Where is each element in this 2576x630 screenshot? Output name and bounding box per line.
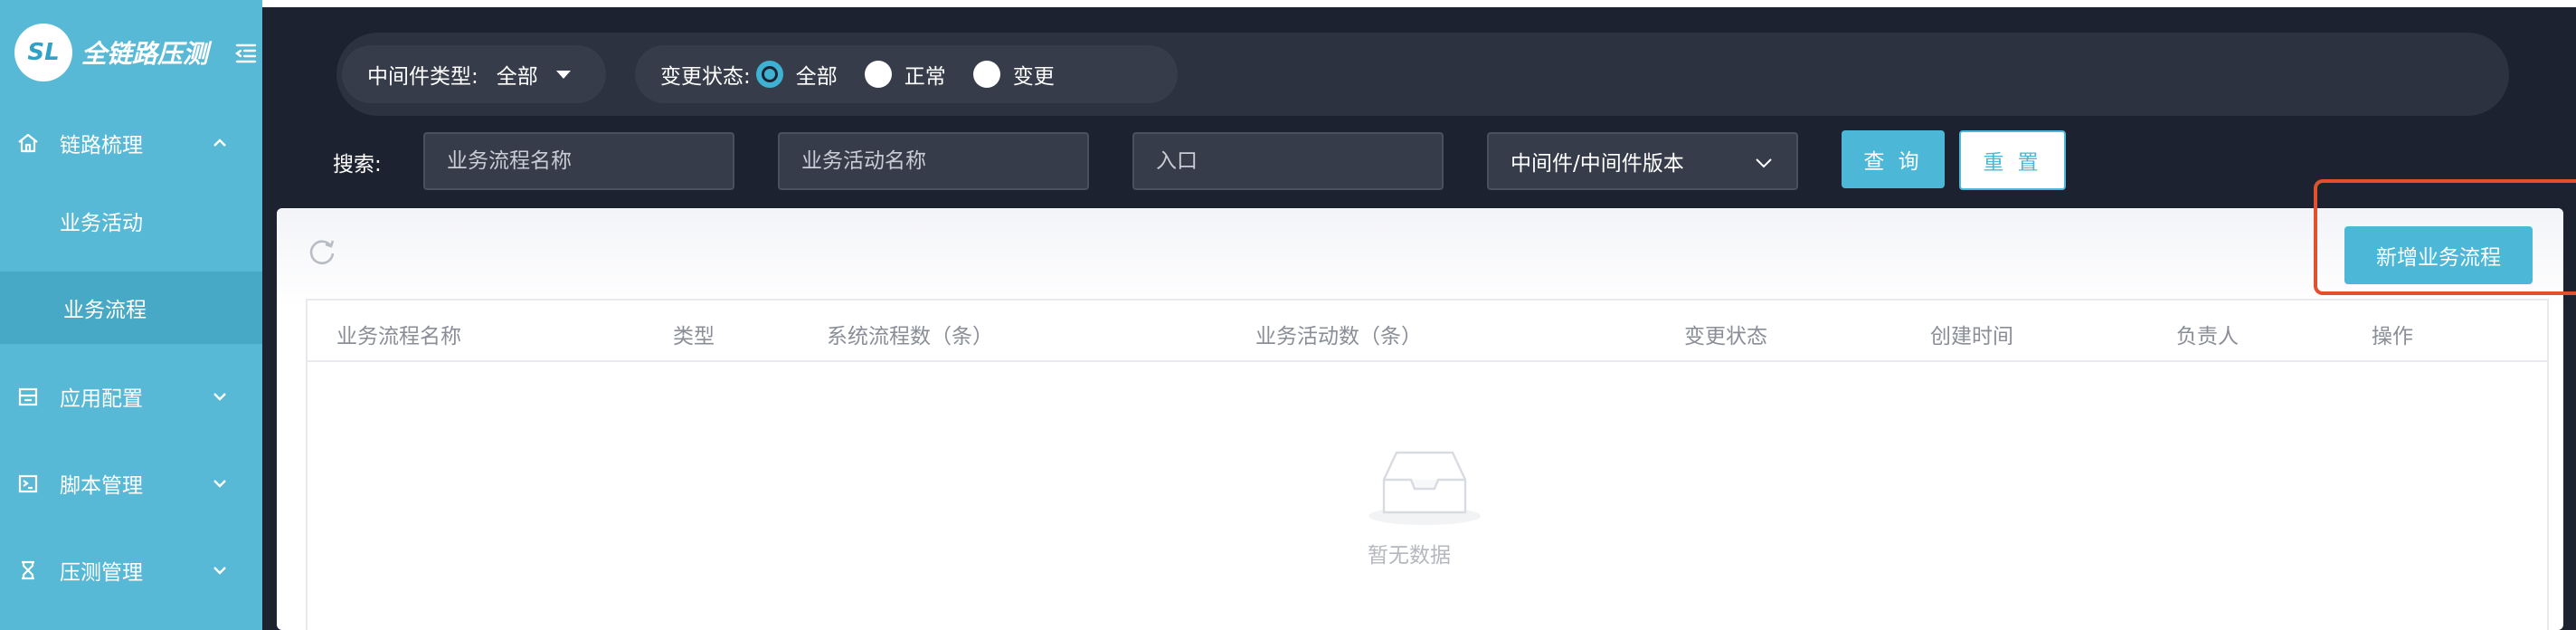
sidebar-item-business-activity[interactable]: 业务活动 [0, 185, 262, 257]
content-card: 新增业务流程 业务流程名称 类型 系统流程数（条） 业务活动数（条） 变更状态 … [277, 208, 2563, 630]
sidebar: SL 全链路压测 链路梳理 业务活动 业务流程 应用配置 脚本管理 压测管理 [0, 0, 262, 630]
radio-unchecked-icon[interactable] [864, 61, 892, 88]
column-header[interactable]: 操作 [2372, 319, 2413, 349]
sidebar-item-business-process[interactable]: 业务流程 [0, 272, 262, 344]
change-status-filter: 变更状态: 全部 正常 变更 [635, 45, 1178, 103]
app-title: 全链路压测 [81, 39, 209, 69]
card-header [277, 208, 2563, 308]
app-config-icon [18, 387, 38, 406]
terminal-icon [18, 474, 38, 493]
sidebar-item-label: 业务活动 [60, 212, 143, 235]
activity-name-input[interactable] [778, 132, 1089, 190]
reset-button[interactable]: 重 置 [1959, 130, 2066, 190]
column-header[interactable]: 业务流程名称 [336, 319, 461, 349]
column-header[interactable]: 变更状态 [1684, 319, 1767, 349]
sidebar-group-link-sorting[interactable]: 链路梳理 [0, 100, 262, 186]
sidebar-group-label: 链路梳理 [60, 134, 143, 158]
select-placeholder: 中间件/中间件版本 [1511, 152, 1684, 176]
middleware-type-filter[interactable]: 中间件类型: 全部 [342, 45, 606, 103]
chevron-down-icon [213, 567, 226, 575]
hourglass-icon [22, 560, 34, 580]
top-strip [262, 0, 2576, 7]
sidebar-group-label: 应用配置 [60, 387, 143, 411]
column-header[interactable]: 业务活动数（条） [1255, 319, 1422, 349]
empty-inbox-icon [1368, 451, 1481, 525]
radio-label: 变更 [1012, 65, 1055, 89]
main-content: 中间件类型: 全部 变更状态: 全部 正常 变更 搜索: 中间件/中间件版本 查… [262, 0, 2576, 630]
app-logo[interactable]: SL 全链路压测 [14, 18, 250, 87]
sidebar-group-label: 脚本管理 [60, 474, 143, 498]
sidebar-group-load-test-management[interactable]: 压测管理 [0, 527, 262, 614]
chevron-down-icon [1756, 158, 1772, 168]
home-icon [18, 133, 38, 153]
search-label: 搜索: [333, 153, 382, 177]
sidebar-group-script-management[interactable]: 脚本管理 [0, 440, 262, 527]
chevron-down-icon [213, 393, 226, 401]
query-button[interactable]: 查 询 [1842, 130, 1945, 188]
radio-option-normal[interactable]: 正常 [864, 59, 946, 90]
middleware-type-value: 全部 [496, 65, 538, 89]
logo-badge: SL [14, 24, 72, 81]
sidebar-group-app-config[interactable]: 应用配置 [0, 353, 262, 440]
radio-label: 全部 [795, 65, 838, 89]
middleware-type-label: 中间件类型: [367, 65, 478, 89]
sidebar-group-label: 压测管理 [60, 561, 143, 585]
radio-checked-icon[interactable] [755, 61, 783, 88]
table-header: 业务流程名称 类型 系统流程数（条） 业务活动数（条） 变更状态 创建时间 负责… [308, 301, 2547, 362]
column-header[interactable]: 类型 [673, 319, 715, 349]
menu-collapse-icon[interactable] [233, 40, 259, 65]
business-process-table: 业务流程名称 类型 系统流程数（条） 业务活动数（条） 变更状态 创建时间 负责… [306, 299, 2549, 630]
change-status-label: 变更状态: [660, 65, 751, 89]
chevron-up-icon [213, 138, 226, 147]
caret-down-icon [555, 70, 571, 79]
column-header[interactable]: 系统流程数（条） [827, 319, 993, 349]
radio-option-changed[interactable]: 变更 [972, 59, 1055, 90]
sidebar-item-label: 业务流程 [63, 299, 147, 322]
radio-label: 正常 [904, 65, 946, 89]
column-header[interactable]: 负责人 [2176, 319, 2239, 349]
radio-unchecked-icon[interactable] [972, 61, 1000, 88]
highlight-annotation [2314, 179, 2576, 295]
refresh-icon[interactable] [306, 235, 338, 268]
chevron-down-icon [213, 480, 226, 488]
column-header[interactable]: 创建时间 [1930, 319, 2013, 349]
entry-input[interactable] [1132, 132, 1444, 190]
empty-state-text: 暂无数据 [1368, 544, 1451, 568]
process-name-input[interactable] [423, 132, 734, 190]
radio-option-all[interactable]: 全部 [755, 59, 838, 90]
middleware-version-select[interactable]: 中间件/中间件版本 [1487, 132, 1798, 190]
